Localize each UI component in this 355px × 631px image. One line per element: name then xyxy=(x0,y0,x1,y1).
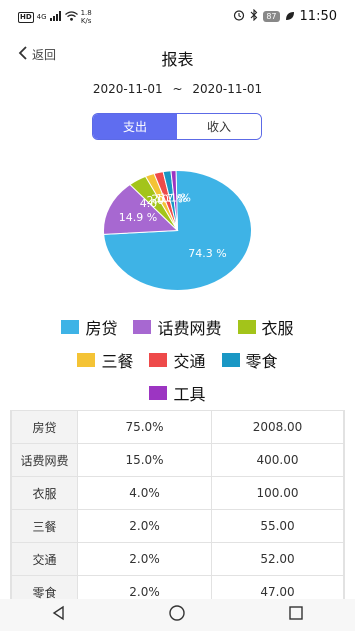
legend-swatch xyxy=(77,352,96,367)
legend-swatch xyxy=(221,352,240,367)
category-cell: 零食 xyxy=(11,575,78,599)
start-date: 2020-11-01 xyxy=(92,82,163,96)
status-right: 87 11:50 xyxy=(233,8,337,24)
date-separator: ~ xyxy=(172,82,183,96)
table-row[interactable]: 三餐 2.0% 55.00 xyxy=(11,509,344,543)
wifi-icon xyxy=(64,10,78,24)
legend-item: 衣服 xyxy=(237,315,294,339)
legend-swatch xyxy=(149,385,168,400)
percent-cell: 2.0% xyxy=(77,509,212,543)
system-nav-bar xyxy=(0,599,355,631)
back-triangle-icon[interactable] xyxy=(51,605,67,625)
legend-label: 交通 xyxy=(173,351,206,371)
table-row[interactable]: 零食 2.0% 47.00 xyxy=(11,575,344,599)
status-left: HD 4G 1.8 K/s xyxy=(18,9,92,25)
leaf-icon xyxy=(285,10,295,24)
legend-label: 房贷 xyxy=(85,318,118,338)
legend-label: 衣服 xyxy=(261,318,294,338)
legend-label: 三餐 xyxy=(101,351,134,371)
tab-income[interactable]: 收入 xyxy=(177,114,261,139)
bluetooth-icon xyxy=(250,8,258,24)
legend-swatch xyxy=(133,319,152,334)
category-cell: 衣服 xyxy=(11,476,78,510)
alarm-icon xyxy=(233,9,245,24)
legend-label: 话费网费 xyxy=(157,318,222,338)
speed-value: 1.8 xyxy=(80,9,92,17)
category-cell: 房贷 xyxy=(11,410,78,444)
speed-unit: K/s xyxy=(80,17,92,25)
signal-4g-label: 4G xyxy=(36,13,47,21)
slice-label: 14.9 % xyxy=(119,211,157,224)
amount-cell: 400.00 xyxy=(211,443,344,477)
signal-icon xyxy=(49,10,62,24)
recent-apps-square-icon[interactable] xyxy=(288,605,304,625)
percent-cell: 2.0% xyxy=(77,542,212,576)
legend-swatch xyxy=(61,319,80,334)
percent-cell: 15.0% xyxy=(77,443,212,477)
slice-label: 74.3 % xyxy=(188,247,226,260)
percent-cell: 75.0% xyxy=(77,410,212,444)
clock: 11:50 xyxy=(299,9,337,24)
table-row[interactable]: 房贷 75.0% 2008.00 xyxy=(11,410,344,444)
legend-item: 零食 xyxy=(221,348,278,372)
amount-cell: 2008.00 xyxy=(211,410,344,444)
percent-cell: 4.0% xyxy=(77,476,212,510)
table-row[interactable]: 衣服 4.0% 100.00 xyxy=(11,476,344,510)
pie-chart: 74.3 %14.9 %4.0 %2.0 %2.0 %1.7 %1.1 % xyxy=(103,170,252,291)
legend-swatch xyxy=(149,352,168,367)
date-range[interactable]: 2020-11-01 ~ 2020-11-01 xyxy=(0,82,355,96)
end-date: 2020-11-01 xyxy=(192,82,263,96)
battery-indicator: 87 xyxy=(263,11,280,22)
legend-item: 交通 xyxy=(149,348,206,372)
category-cell: 三餐 xyxy=(11,509,78,543)
legend-label: 工具 xyxy=(173,384,206,404)
percent-cell: 2.0% xyxy=(77,575,212,599)
amount-cell: 47.00 xyxy=(211,575,344,599)
page-title: 报表 xyxy=(161,50,194,69)
legend-swatch xyxy=(237,319,256,334)
network-speed: 1.8 K/s xyxy=(81,9,92,25)
legend-item: 房贷 xyxy=(61,315,117,339)
hd-badge: HD xyxy=(18,11,34,23)
table-row[interactable]: 话费网费 15.0% 400.00 xyxy=(11,443,344,477)
legend-label: 零食 xyxy=(245,351,278,371)
amount-cell: 100.00 xyxy=(211,476,344,510)
amount-cell: 52.00 xyxy=(211,542,344,576)
chart-legend: 房贷 话费网费 衣服 三餐 交通 零食 工具 xyxy=(0,310,355,409)
nav-bar: 返回 报表 xyxy=(0,34,355,78)
category-table: 房贷 75.0% 2008.00 话费网费 15.0% 400.00 衣服 4.… xyxy=(10,410,345,599)
slice-label: 1.1 % xyxy=(160,192,191,205)
amount-cell: 55.00 xyxy=(211,509,344,543)
legend-item: 三餐 xyxy=(77,348,133,372)
home-circle-icon[interactable] xyxy=(168,604,186,626)
category-cell: 交通 xyxy=(11,542,78,576)
category-cell: 话费网费 xyxy=(11,443,78,477)
type-segmented-control: 支出 收入 xyxy=(92,113,262,140)
legend-item: 话费网费 xyxy=(133,315,222,339)
tab-expense[interactable]: 支出 xyxy=(93,114,177,139)
legend-item: 工具 xyxy=(149,381,206,405)
table-row[interactable]: 交通 2.0% 52.00 xyxy=(11,542,344,576)
status-bar: HD 4G 1.8 K/s 87 11:50 xyxy=(0,0,355,34)
